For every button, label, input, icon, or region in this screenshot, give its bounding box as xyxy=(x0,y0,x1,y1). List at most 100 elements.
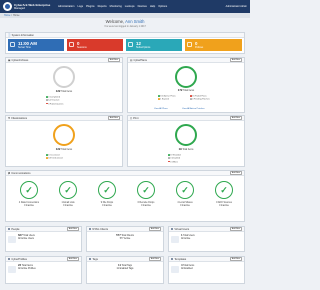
comm-item[interactable]: 9 File Drops 0 Inactive xyxy=(89,202,125,208)
add-new-button[interactable]: Add New xyxy=(148,257,161,261)
archive-icon: ▣ xyxy=(8,58,11,62)
print-panel: ⎙ Print Add New 19 Total Items 19 Enable… xyxy=(127,115,245,167)
add-new-button[interactable]: Add New xyxy=(229,58,242,62)
total-label: Total Items xyxy=(61,149,73,151)
menu-administration[interactable]: Administration xyxy=(58,5,74,8)
clock-icon xyxy=(10,42,15,47)
comm-item[interactable]: 0 Remote Drops 0 Inactive xyxy=(128,202,164,208)
policies-tile[interactable]: 0 Policies xyxy=(185,39,242,51)
last-login-text: You were last logged in January 1 2017 xyxy=(104,24,146,28)
add-new-button[interactable]: Add New xyxy=(148,227,161,231)
card-title: Virtual Users xyxy=(174,227,190,231)
panel-title: CyberPlans xyxy=(133,58,147,62)
breadcrumb: Home / Home xyxy=(0,13,250,18)
menu-options[interactable]: Options xyxy=(158,5,167,8)
total-label: Total Items xyxy=(183,90,195,92)
tag-icon xyxy=(89,257,92,261)
comm-item[interactable]: 1 Email Lists 0 Inactive xyxy=(50,202,86,208)
profiles-icon xyxy=(8,257,11,261)
menu-reports[interactable]: Reports xyxy=(98,5,107,8)
virtual-users-icon xyxy=(171,227,174,231)
ntag-clients-card: NTAG Clients Add New 577 Total Clients 5… xyxy=(86,226,164,252)
cyberprofiles-card: CyberProfiles Add New 23 Total Items All… xyxy=(5,256,82,284)
printer-icon: ⎙ xyxy=(130,116,133,120)
view-all-plans-link[interactable]: View All Plans xyxy=(154,108,168,110)
people-card: People Add New 627 Total Users All Activ… xyxy=(5,226,82,252)
cyberplans-panel: ▤ CyberPlans Add New 172 Total Items 155… xyxy=(127,57,245,113)
panel-title: Fileslocations xyxy=(11,116,28,120)
menu-plugins[interactable]: Plugins xyxy=(86,5,95,8)
add-new-button[interactable]: Add New xyxy=(66,257,79,261)
plans-icon: ▤ xyxy=(130,58,133,62)
policies-icon xyxy=(187,42,192,47)
menu-devices[interactable]: Devices xyxy=(138,5,147,8)
add-new-button[interactable]: Add New xyxy=(229,116,242,120)
user-name-link[interactable]: Ann Smith xyxy=(125,19,144,24)
panel-title: Print xyxy=(133,116,139,120)
check-circle-icon: ✓ xyxy=(215,181,233,199)
user-menu[interactable]: Administrator Admin xyxy=(226,5,247,8)
total-value: 172 xyxy=(177,88,183,92)
server-time-tile[interactable]: 11:00 AM Server Time xyxy=(8,39,64,51)
card-title: Tags xyxy=(92,257,98,261)
subscriptions-icon xyxy=(128,42,133,47)
status-ring-chart xyxy=(175,66,197,88)
total-value: 122 xyxy=(55,89,61,93)
info-icon: ⓘ xyxy=(8,34,11,37)
legend-right: 16 Failed Plans 0 Pending Patches xyxy=(190,95,210,102)
tags-card: Tags Add New 11 Total Tags 11 Enabled Ta… xyxy=(86,256,164,284)
status-ring-chart xyxy=(53,124,75,146)
menu-monitoring[interactable]: Monitoring xyxy=(110,5,122,8)
add-new-button[interactable]: Add New xyxy=(229,257,242,261)
subscriptions-tile[interactable]: 12 Subscriptions xyxy=(126,39,182,51)
welcome-header: Welcome, Ann Smith You were last logged … xyxy=(0,19,250,28)
total-value: 122 xyxy=(55,147,61,151)
card-title: NTAG Clients xyxy=(92,227,109,231)
comm-item[interactable]: 0 ADO Sources 0 Inactive xyxy=(206,202,242,208)
comm-item[interactable]: 4 Data Connections 0 Inactive xyxy=(11,202,47,208)
add-new-button[interactable]: Add New xyxy=(66,227,79,231)
brand-name: CyberArk Web Enterprise Managed xyxy=(14,2,51,10)
legend-left: 155 Active Plans 1 Expired xyxy=(158,95,176,102)
card-title: People xyxy=(11,227,20,231)
breadcrumb-home[interactable]: Home xyxy=(4,14,10,17)
total-label: Total Items xyxy=(61,91,73,93)
comm-item[interactable]: 4 Local Shares 0 Inactive xyxy=(167,202,203,208)
status-ring-chart xyxy=(53,66,75,88)
panel-title: CyberArchives xyxy=(11,58,29,62)
menu-logs[interactable]: Logs xyxy=(77,5,83,8)
menu-help[interactable]: Help xyxy=(150,5,155,8)
template-icon xyxy=(171,257,174,261)
check-circle-icon: ✓ xyxy=(176,181,194,199)
card-title: Templates xyxy=(174,257,187,261)
sessions-icon xyxy=(69,42,74,47)
people-icon xyxy=(8,227,11,231)
add-new-button[interactable]: Add New xyxy=(107,58,120,62)
check-circle-icon: ✓ xyxy=(20,181,38,199)
legend: 19 Enabled 0 Disabled 0 Offline xyxy=(168,154,181,164)
check-circle-icon: ✓ xyxy=(137,181,155,199)
templates-large-icon xyxy=(171,266,179,273)
virtual-users-card: Virtual Users Add New 1 Total Users All … xyxy=(168,226,245,252)
check-circle-icon: ✓ xyxy=(59,181,77,199)
cyberarchives-panel: ▣ CyberArchives Add New 122 Total Items … xyxy=(5,57,123,113)
card-title: CyberProfiles xyxy=(11,257,27,261)
add-new-button[interactable]: Add New xyxy=(107,116,120,120)
total-label: Total Items xyxy=(182,149,194,151)
add-new-button[interactable]: Add New xyxy=(229,171,242,175)
top-navigation-bar: CyberArk Web Enterprise Managed Administ… xyxy=(0,0,250,13)
check-circle-icon: ✓ xyxy=(98,181,116,199)
status-ring-chart xyxy=(175,124,197,146)
system-information-title: System Information xyxy=(11,33,34,37)
menu-lookups[interactable]: Lookups xyxy=(125,5,135,8)
communications-panel: ⇄ Communications Add New ✓ ✓ ✓ ✓ ✓ ✓ 4 D… xyxy=(5,170,245,222)
view-all-active-patches-link[interactable]: View All Active Patches xyxy=(182,108,205,110)
legend: 0 Completed 122 Inactive 0 Failed Querie… xyxy=(46,96,63,106)
templates-card: Templates Add New 4 Total Items All Enab… xyxy=(168,256,245,284)
main-menu: Administration Logs Plugins Reports Moni… xyxy=(58,5,167,8)
breadcrumb-current: Home xyxy=(13,14,20,17)
sessions-tile[interactable]: 0 Sessions xyxy=(67,39,123,51)
add-new-button[interactable]: Add New xyxy=(229,227,242,231)
panel-title: Communications xyxy=(11,171,31,175)
brand-logo[interactable] xyxy=(3,2,12,11)
